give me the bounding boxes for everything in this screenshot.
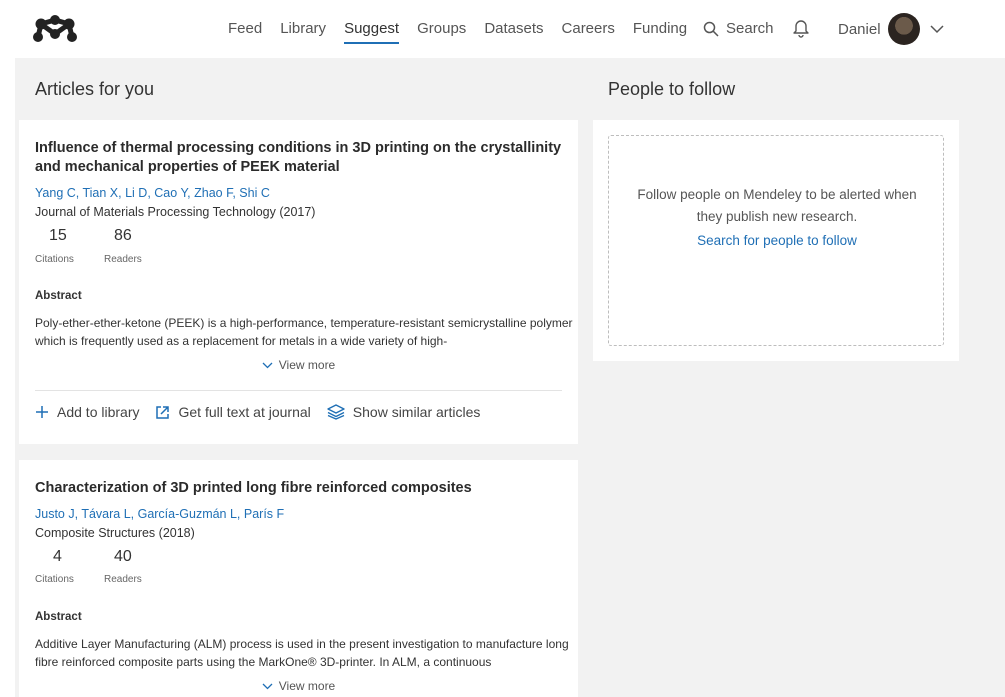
view-more-label: View more xyxy=(278,358,336,372)
article-journal: Journal of Materials Processing Technolo… xyxy=(35,205,316,219)
view-more-button[interactable]: View more xyxy=(19,679,578,693)
nav-feed[interactable]: Feed xyxy=(228,20,262,38)
avatar xyxy=(887,13,920,45)
people-message: Follow people on Mendeley to be alerted … xyxy=(637,187,917,224)
search-label: Search xyxy=(726,20,774,37)
citations-count: 4 xyxy=(53,548,62,565)
article-authors[interactable]: Yang C, Tian X, Li D, Cao Y, Zhao F, Shi… xyxy=(35,186,270,200)
article-journal: Composite Structures (2018) xyxy=(35,526,195,540)
abstract-heading: Abstract xyxy=(35,611,82,623)
nav-groups[interactable]: Groups xyxy=(417,20,466,38)
external-link-icon xyxy=(156,405,170,419)
article-title[interactable]: Influence of thermal processing conditio… xyxy=(35,139,565,177)
plus-icon xyxy=(36,406,48,418)
citations-count: 15 xyxy=(49,227,67,244)
card-divider xyxy=(35,390,562,391)
abstract-text: Poly-ether-ether-ketone (PEEK) is a high… xyxy=(35,316,573,348)
add-to-library-button[interactable]: Add to library xyxy=(35,404,139,420)
article-authors[interactable]: Justo J, Távara L, García-Guzmán L, Parí… xyxy=(35,507,284,521)
show-similar-button[interactable]: Show similar articles xyxy=(327,404,481,420)
top-header: Feed Library Suggest Groups Datasets Car… xyxy=(0,0,1005,58)
view-more-label: View more xyxy=(278,679,336,693)
article-title[interactable]: Characterization of 3D printed long fibr… xyxy=(35,479,565,498)
nav-datasets[interactable]: Datasets xyxy=(484,20,543,38)
search-icon xyxy=(703,21,719,37)
layers-icon xyxy=(327,404,345,420)
mendeley-logo-icon[interactable] xyxy=(32,14,78,44)
nav-careers[interactable]: Careers xyxy=(562,20,615,38)
article-actions: Add to library Get full text at journal … xyxy=(35,404,496,420)
citations-label: Citations xyxy=(35,254,74,265)
nav-library[interactable]: Library xyxy=(280,20,326,38)
readers-count: 86 xyxy=(114,227,132,244)
main-nav: Feed Library Suggest Groups Datasets Car… xyxy=(228,20,705,44)
readers-label: Readers xyxy=(104,574,142,585)
full-text-label: Get full text at journal xyxy=(178,404,311,420)
show-similar-label: Show similar articles xyxy=(352,404,481,420)
abstract-text: Additive Layer Manufacturing (ALM) proce… xyxy=(35,637,569,669)
chevron-down-icon xyxy=(262,683,273,690)
bell-icon[interactable] xyxy=(792,18,810,38)
people-empty-state: Follow people on Mendeley to be alerted … xyxy=(608,135,944,346)
search-people-link[interactable]: Search for people to follow xyxy=(609,233,945,248)
people-section-title: People to follow xyxy=(608,79,736,99)
full-text-button[interactable]: Get full text at journal xyxy=(155,404,311,420)
chevron-down-icon xyxy=(930,25,944,34)
search-button[interactable]: Search xyxy=(703,20,774,37)
user-menu[interactable]: Daniel xyxy=(838,13,944,45)
readers-label: Readers xyxy=(104,254,142,265)
articles-section-title: Articles for you xyxy=(35,79,155,99)
abstract-heading: Abstract xyxy=(35,290,82,302)
add-to-library-label: Add to library xyxy=(57,404,140,420)
nav-funding[interactable]: Funding xyxy=(633,20,687,38)
nav-suggest[interactable]: Suggest xyxy=(344,20,400,44)
article-card: Characterization of 3D printed long fibr… xyxy=(19,460,578,697)
chevron-down-icon xyxy=(262,362,273,369)
article-card: Influence of thermal processing conditio… xyxy=(19,120,578,444)
citations-label: Citations xyxy=(35,574,74,585)
readers-count: 40 xyxy=(114,548,132,565)
user-name: Daniel xyxy=(838,20,881,38)
view-more-button[interactable]: View more xyxy=(19,358,578,372)
people-to-follow-card: Follow people on Mendeley to be alerted … xyxy=(593,120,959,361)
